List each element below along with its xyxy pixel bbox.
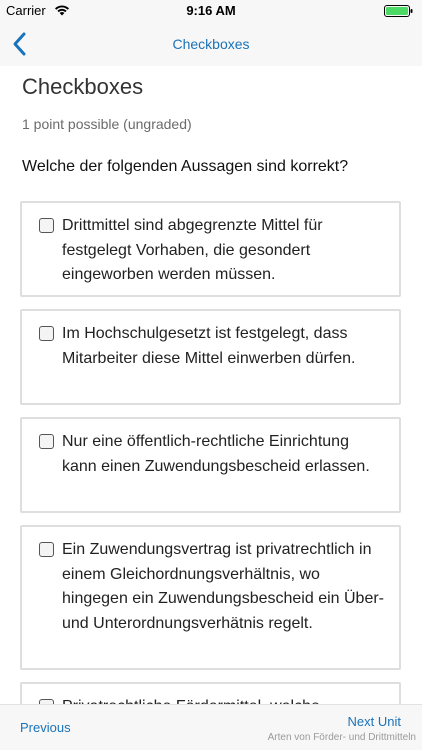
status-bar: Carrier 9:16 AM — [0, 0, 422, 22]
checkbox[interactable] — [39, 542, 54, 557]
page-title: Checkboxes — [22, 74, 144, 99]
answer-option[interactable]: Im Hochschulgesetzt ist festgelegt, dass… — [20, 309, 401, 405]
clock: 9:16 AM — [186, 3, 236, 18]
checkbox[interactable] — [39, 218, 54, 233]
points-possible: 1 point possible (ungraded) — [22, 116, 192, 132]
answer-option[interactable]: Privatrechtliche Fördermittel, welche — [20, 682, 401, 704]
battery-icon — [384, 4, 414, 17]
nav-title: Checkboxes — [172, 36, 250, 52]
answer-option-label: Im Hochschulgesetzt ist festgelegt, dass… — [62, 325, 356, 367]
answer-option[interactable]: Ein Zuwendungsvertrag ist privatrechtlic… — [20, 525, 401, 670]
answer-option[interactable]: Nur eine öffentlich-rechtliche Einrichtu… — [20, 417, 401, 513]
navigation-bar: Checkboxes — [0, 22, 422, 66]
answer-option-label: Ein Zuwendungsvertrag ist privatrechtlic… — [62, 541, 384, 632]
answer-option-label: Drittmittel sind abgegrenzte Mittel für … — [62, 217, 323, 283]
previous-button[interactable]: Previous — [20, 720, 71, 735]
problem-content[interactable]: Checkboxes 1 point possible (ungraded) W… — [0, 66, 422, 704]
answer-option-label: Nur eine öffentlich-rechtliche Einrichtu… — [62, 433, 370, 475]
next-unit-button[interactable]: Next Unit — [348, 714, 401, 729]
checkbox[interactable] — [39, 434, 54, 449]
bottom-navigation: Previous Next Unit Arten von Förder- und… — [0, 704, 422, 750]
question-text: Welche der folgenden Aussagen sind korre… — [22, 158, 349, 175]
next-unit-subtitle: Arten von Förder- und Drittmitteln — [267, 732, 416, 743]
answer-option[interactable]: Drittmittel sind abgegrenzte Mittel für … — [20, 201, 401, 297]
answer-option-label: Privatrechtliche Fördermittel, welche — [62, 695, 387, 704]
checkbox[interactable] — [39, 326, 54, 341]
